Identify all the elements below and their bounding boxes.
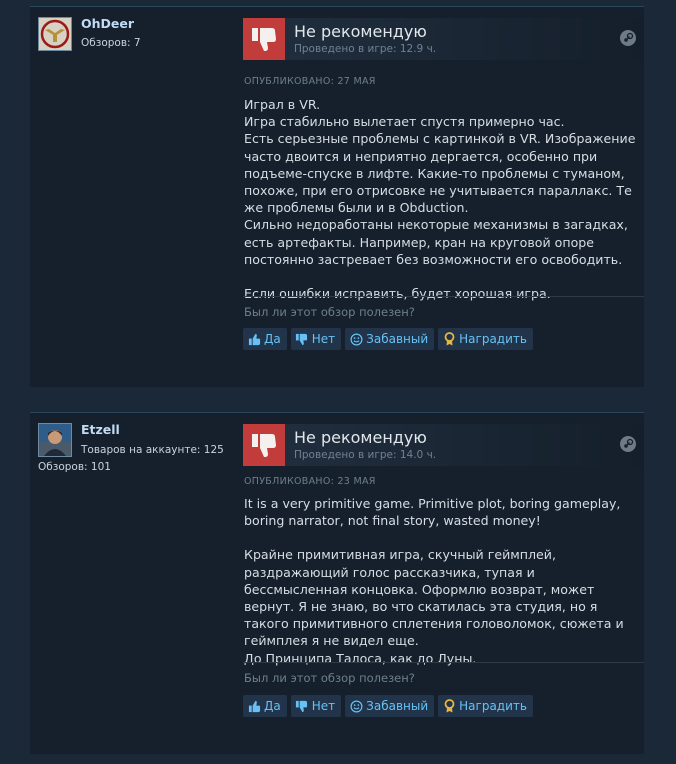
- portrait-icon: [39, 424, 71, 456]
- review-paragraph: Сильно недоработаны некоторые механизмы …: [244, 217, 628, 267]
- award-button[interactable]: Наградить: [438, 328, 533, 350]
- review-text: It is a very primitive game. Primitive p…: [244, 495, 639, 667]
- thumbs-down-icon: [243, 424, 285, 466]
- review-card: OhDeer Обзоров: 7 Не рекомендую Проведен…: [30, 6, 644, 387]
- thumbs-down-icon: [243, 18, 285, 60]
- smiley-icon: [349, 699, 363, 713]
- vote-header[interactable]: Не рекомендую Проведено в игре: 12.9 ч.: [243, 18, 644, 60]
- vote-funny-label: Забавный: [366, 699, 429, 713]
- steam-logo-icon: [620, 436, 636, 452]
- award-label: Наградить: [459, 699, 527, 713]
- author-avatar[interactable]: [38, 423, 72, 457]
- review-paragraph: Крайне примитивная игра, скучный геймпле…: [244, 547, 624, 649]
- vote-buttons: Да Нет Забавный Наградить: [243, 328, 533, 350]
- review-card: Etzell Товаров на аккаунте: 125 Обзоров:…: [30, 412, 644, 754]
- review-paragraph: Если ошибки исправить, будет хорошая игр…: [244, 286, 551, 302]
- helpful-question: Был ли этот обзор полезен?: [244, 671, 415, 685]
- award-label: Наградить: [459, 332, 527, 346]
- author-review-count[interactable]: Обзоров: 101: [38, 461, 111, 473]
- smiley-icon: [349, 332, 363, 346]
- vote-no-button[interactable]: Нет: [290, 695, 342, 717]
- review-paragraph: Есть серьезные проблемы с картинкой в VR…: [244, 131, 636, 216]
- vote-funny-button[interactable]: Забавный: [345, 695, 435, 717]
- vote-header[interactable]: Не рекомендую Проведено в игре: 14.0 ч.: [243, 424, 644, 466]
- award-button[interactable]: Наградить: [438, 695, 533, 717]
- playtime: Проведено в игре: 12.9 ч.: [294, 43, 437, 55]
- thumbs-down-icon: [295, 699, 309, 713]
- vote-no-button[interactable]: Нет: [290, 328, 342, 350]
- review-paragraph: До Принципа Талоса, как до Луны.: [244, 650, 477, 666]
- thumbs-down-icon: [295, 332, 309, 346]
- vote-no-label: Нет: [311, 332, 336, 346]
- award-ribbon-icon: [442, 699, 456, 713]
- author-games-owned[interactable]: Товаров на аккаунте: 125: [81, 444, 224, 456]
- divider: [243, 662, 644, 663]
- vote-yes-label: Да: [264, 332, 281, 346]
- posted-date: ОПУБЛИКОВАНО: 23 МАЯ: [244, 476, 376, 487]
- steam-logo-icon: [620, 30, 636, 46]
- playtime: Проведено в игре: 14.0 ч.: [294, 449, 437, 461]
- author-avatar[interactable]: [38, 17, 72, 51]
- award-ribbon-icon: [442, 332, 456, 346]
- vote-no-label: Нет: [311, 699, 336, 713]
- review-text: Играл в VR. Игра стабильно вылетает спус…: [244, 96, 639, 302]
- divider: [243, 296, 644, 297]
- thumbs-up-icon: [247, 699, 261, 713]
- review-paragraph: Играл в VR.: [244, 97, 321, 112]
- vote-yes-button[interactable]: Да: [243, 695, 287, 717]
- vote-funny-button[interactable]: Забавный: [345, 328, 435, 350]
- vote-yes-label: Да: [264, 699, 281, 713]
- vote-buttons: Да Нет Забавный Наградить: [243, 695, 533, 717]
- review-paragraph: It is a very primitive game. Primitive p…: [244, 496, 621, 529]
- author-review-count[interactable]: Обзоров: 7: [81, 37, 141, 49]
- helpful-question: Был ли этот обзор полезен?: [244, 305, 415, 319]
- author-name[interactable]: Etzell: [81, 422, 120, 437]
- vote-funny-label: Забавный: [366, 332, 429, 346]
- deer-emblem-icon: [40, 19, 70, 49]
- review-verdict: Не рекомендую: [294, 428, 427, 447]
- vote-yes-button[interactable]: Да: [243, 328, 287, 350]
- posted-date: ОПУБЛИКОВАНО: 27 МАЯ: [244, 76, 376, 87]
- review-verdict: Не рекомендую: [294, 22, 427, 41]
- review-paragraph: Игра стабильно вылетает спустя примерно …: [244, 114, 565, 130]
- thumbs-up-icon: [247, 332, 261, 346]
- author-name[interactable]: OhDeer: [81, 16, 134, 31]
